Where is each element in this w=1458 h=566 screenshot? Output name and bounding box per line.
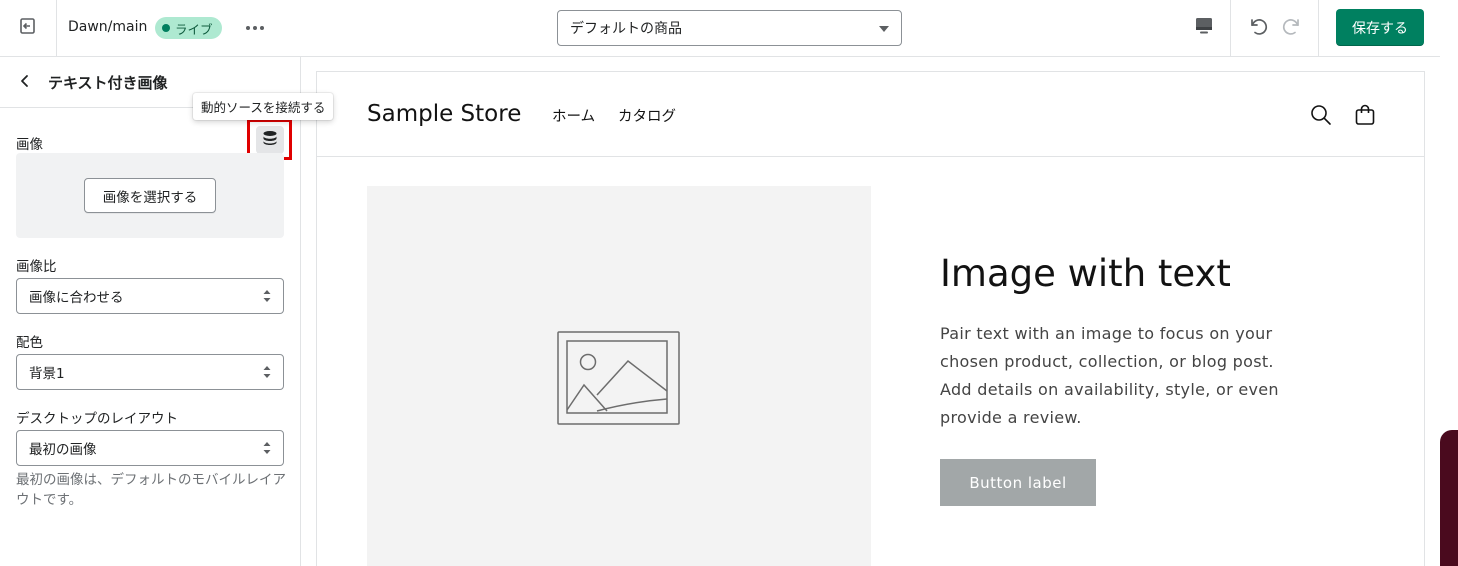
undo-button[interactable] <box>1242 12 1272 44</box>
section-button[interactable]: Button label <box>940 459 1096 506</box>
section-heading: Image with text <box>940 252 1231 295</box>
nav-link-catalog[interactable]: カタログ <box>618 105 676 126</box>
more-icon <box>246 26 250 30</box>
settings-sidebar: テキスト付き画像 動的ソースを接続する 画像 画像を選択する 画像比 画像に合わ… <box>0 57 334 566</box>
database-icon <box>262 130 278 150</box>
nav-link-home[interactable]: ホーム <box>552 105 595 126</box>
redo-button[interactable] <box>1278 12 1308 44</box>
more-actions-button[interactable] <box>243 18 267 38</box>
chevron-down-icon <box>879 26 889 32</box>
color-scheme-value: 背景1 <box>29 366 65 382</box>
image-field-label: 画像 <box>16 137 43 153</box>
image-ratio-value: 画像に合わせる <box>29 290 124 306</box>
desktop-layout-select[interactable]: 最初の画像 <box>16 430 284 466</box>
back-button[interactable] <box>14 71 36 93</box>
select-arrows-icon <box>263 365 271 379</box>
desktop-layout-value: 最初の画像 <box>29 442 97 458</box>
live-dot-icon <box>162 24 170 32</box>
image-placeholder-icon <box>557 331 681 431</box>
top-bar: Dawn/main ライブ デフォルトの商品 保存する <box>0 0 1440 57</box>
cart-icon[interactable] <box>1353 103 1377 127</box>
select-image-button[interactable]: 画像を選択する <box>84 178 216 213</box>
color-scheme-label: 配色 <box>16 335 43 351</box>
theme-name: Dawn/main <box>68 19 148 35</box>
select-arrows-icon <box>263 289 271 303</box>
background-window-edge <box>1440 430 1458 566</box>
save-button[interactable]: 保存する <box>1336 9 1424 46</box>
section-title: テキスト付き画像 <box>48 74 168 92</box>
store-preview: Sample Store ホーム カタログ Image with text Pa… <box>316 71 1425 566</box>
store-name[interactable]: Sample Store <box>367 101 521 127</box>
exit-button[interactable] <box>0 0 57 56</box>
exit-icon <box>18 16 38 40</box>
color-scheme-select[interactable]: 背景1 <box>16 354 284 390</box>
template-select-value: デフォルトの商品 <box>570 21 682 37</box>
undo-icon <box>1246 15 1268 41</box>
image-ratio-select[interactable]: 画像に合わせる <box>16 278 284 314</box>
section-body-text: Pair text with an image to focus on your… <box>940 324 1279 427</box>
desktop-icon <box>1194 16 1214 40</box>
store-header: Sample Store ホーム カタログ <box>317 72 1424 157</box>
dynamic-source-tooltip: 動的ソースを接続する <box>193 93 334 120</box>
template-select[interactable]: デフォルトの商品 <box>557 10 902 46</box>
toolbar-divider <box>1230 0 1231 56</box>
select-arrows-icon <box>263 441 271 455</box>
image-placeholder <box>367 186 871 566</box>
desktop-layout-label: デスクトップのレイアウト <box>16 411 178 427</box>
redo-icon <box>1282 15 1304 41</box>
ratio-field-label: 画像比 <box>16 259 57 275</box>
image-picker: 画像を選択する <box>16 153 284 238</box>
back-icon <box>18 73 32 92</box>
device-preview-button[interactable] <box>1188 12 1220 44</box>
live-status-badge: ライブ <box>155 17 222 39</box>
live-badge-label: ライブ <box>175 21 213 37</box>
toolbar-divider <box>1318 0 1319 56</box>
desktop-layout-help: 最初の画像は、デフォルトのモバイルレイアウトです。 <box>16 472 286 508</box>
search-icon[interactable] <box>1309 103 1333 127</box>
